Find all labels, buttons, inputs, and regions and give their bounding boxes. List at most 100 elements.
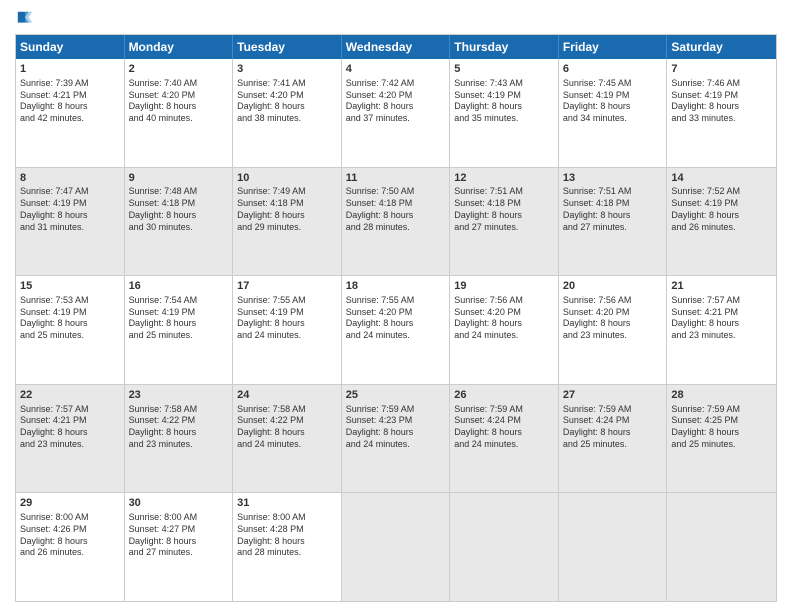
- cell-info: Sunrise: 7:59 AM Sunset: 4:25 PM Dayligh…: [671, 404, 772, 451]
- day-number: 16: [129, 279, 229, 294]
- cell-info: Sunrise: 7:49 AM Sunset: 4:18 PM Dayligh…: [237, 186, 337, 233]
- cell-info: Sunrise: 7:51 AM Sunset: 4:18 PM Dayligh…: [563, 186, 663, 233]
- cell-info: Sunrise: 7:50 AM Sunset: 4:18 PM Dayligh…: [346, 186, 446, 233]
- day-number: 6: [563, 62, 663, 77]
- weekday-header-monday: Monday: [125, 35, 234, 59]
- day-number: 5: [454, 62, 554, 77]
- day-number: 14: [671, 171, 772, 186]
- cell-info: Sunrise: 7:59 AM Sunset: 4:24 PM Dayligh…: [454, 404, 554, 451]
- calendar-row-4: 22Sunrise: 7:57 AM Sunset: 4:21 PM Dayli…: [16, 384, 776, 493]
- day-number: 27: [563, 388, 663, 403]
- cell-info: Sunrise: 7:41 AM Sunset: 4:20 PM Dayligh…: [237, 78, 337, 125]
- cell-info: Sunrise: 7:56 AM Sunset: 4:20 PM Dayligh…: [454, 295, 554, 342]
- calendar-cell-1: 1Sunrise: 7:39 AM Sunset: 4:21 PM Daylig…: [16, 59, 125, 167]
- day-number: 22: [20, 388, 120, 403]
- day-number: 8: [20, 171, 120, 186]
- calendar-row-3: 15Sunrise: 7:53 AM Sunset: 4:19 PM Dayli…: [16, 275, 776, 384]
- calendar-cell-15: 15Sunrise: 7:53 AM Sunset: 4:19 PM Dayli…: [16, 276, 125, 384]
- cell-info: Sunrise: 8:00 AM Sunset: 4:26 PM Dayligh…: [20, 512, 120, 559]
- day-number: 4: [346, 62, 446, 77]
- cell-info: Sunrise: 7:55 AM Sunset: 4:19 PM Dayligh…: [237, 295, 337, 342]
- calendar-cell-6: 6Sunrise: 7:45 AM Sunset: 4:19 PM Daylig…: [559, 59, 668, 167]
- calendar-row-5: 29Sunrise: 8:00 AM Sunset: 4:26 PM Dayli…: [16, 492, 776, 601]
- cell-info: Sunrise: 8:00 AM Sunset: 4:28 PM Dayligh…: [237, 512, 337, 559]
- weekday-header-saturday: Saturday: [667, 35, 776, 59]
- day-number: 1: [20, 62, 120, 77]
- weekday-header-tuesday: Tuesday: [233, 35, 342, 59]
- cell-info: Sunrise: 7:47 AM Sunset: 4:19 PM Dayligh…: [20, 186, 120, 233]
- calendar-cell-8: 8Sunrise: 7:47 AM Sunset: 4:19 PM Daylig…: [16, 168, 125, 276]
- day-number: 19: [454, 279, 554, 294]
- cell-info: Sunrise: 7:59 AM Sunset: 4:23 PM Dayligh…: [346, 404, 446, 451]
- cell-info: Sunrise: 7:45 AM Sunset: 4:19 PM Dayligh…: [563, 78, 663, 125]
- cell-info: Sunrise: 7:53 AM Sunset: 4:19 PM Dayligh…: [20, 295, 120, 342]
- cell-info: Sunrise: 7:43 AM Sunset: 4:19 PM Dayligh…: [454, 78, 554, 125]
- calendar-cell-17: 17Sunrise: 7:55 AM Sunset: 4:19 PM Dayli…: [233, 276, 342, 384]
- day-number: 25: [346, 388, 446, 403]
- cell-info: Sunrise: 7:58 AM Sunset: 4:22 PM Dayligh…: [129, 404, 229, 451]
- cell-info: Sunrise: 7:58 AM Sunset: 4:22 PM Dayligh…: [237, 404, 337, 451]
- calendar-cell-3: 3Sunrise: 7:41 AM Sunset: 4:20 PM Daylig…: [233, 59, 342, 167]
- cell-info: Sunrise: 7:54 AM Sunset: 4:19 PM Dayligh…: [129, 295, 229, 342]
- calendar-cell-7: 7Sunrise: 7:46 AM Sunset: 4:19 PM Daylig…: [667, 59, 776, 167]
- calendar-cell-16: 16Sunrise: 7:54 AM Sunset: 4:19 PM Dayli…: [125, 276, 234, 384]
- cell-info: Sunrise: 7:59 AM Sunset: 4:24 PM Dayligh…: [563, 404, 663, 451]
- calendar-cell-23: 23Sunrise: 7:58 AM Sunset: 4:22 PM Dayli…: [125, 385, 234, 493]
- calendar: SundayMondayTuesdayWednesdayThursdayFrid…: [15, 34, 777, 602]
- calendar-cell-21: 21Sunrise: 7:57 AM Sunset: 4:21 PM Dayli…: [667, 276, 776, 384]
- calendar-cell-empty: [450, 493, 559, 601]
- day-number: 7: [671, 62, 772, 77]
- cell-info: Sunrise: 7:48 AM Sunset: 4:18 PM Dayligh…: [129, 186, 229, 233]
- day-number: 15: [20, 279, 120, 294]
- calendar-cell-24: 24Sunrise: 7:58 AM Sunset: 4:22 PM Dayli…: [233, 385, 342, 493]
- calendar-row-2: 8Sunrise: 7:47 AM Sunset: 4:19 PM Daylig…: [16, 167, 776, 276]
- day-number: 29: [20, 496, 120, 511]
- logo: [15, 10, 34, 28]
- calendar-cell-10: 10Sunrise: 7:49 AM Sunset: 4:18 PM Dayli…: [233, 168, 342, 276]
- day-number: 9: [129, 171, 229, 186]
- weekday-header-wednesday: Wednesday: [342, 35, 451, 59]
- header: [15, 10, 777, 28]
- day-number: 18: [346, 279, 446, 294]
- cell-info: Sunrise: 7:42 AM Sunset: 4:20 PM Dayligh…: [346, 78, 446, 125]
- calendar-header: SundayMondayTuesdayWednesdayThursdayFrid…: [16, 35, 776, 59]
- calendar-cell-20: 20Sunrise: 7:56 AM Sunset: 4:20 PM Dayli…: [559, 276, 668, 384]
- calendar-body: 1Sunrise: 7:39 AM Sunset: 4:21 PM Daylig…: [16, 59, 776, 601]
- cell-info: Sunrise: 7:39 AM Sunset: 4:21 PM Dayligh…: [20, 78, 120, 125]
- calendar-cell-26: 26Sunrise: 7:59 AM Sunset: 4:24 PM Dayli…: [450, 385, 559, 493]
- day-number: 26: [454, 388, 554, 403]
- calendar-cell-empty: [559, 493, 668, 601]
- day-number: 12: [454, 171, 554, 186]
- calendar-cell-12: 12Sunrise: 7:51 AM Sunset: 4:18 PM Dayli…: [450, 168, 559, 276]
- day-number: 20: [563, 279, 663, 294]
- cell-info: Sunrise: 7:55 AM Sunset: 4:20 PM Dayligh…: [346, 295, 446, 342]
- calendar-cell-19: 19Sunrise: 7:56 AM Sunset: 4:20 PM Dayli…: [450, 276, 559, 384]
- day-number: 3: [237, 62, 337, 77]
- cell-info: Sunrise: 7:46 AM Sunset: 4:19 PM Dayligh…: [671, 78, 772, 125]
- day-number: 31: [237, 496, 337, 511]
- cell-info: Sunrise: 7:57 AM Sunset: 4:21 PM Dayligh…: [671, 295, 772, 342]
- day-number: 17: [237, 279, 337, 294]
- day-number: 10: [237, 171, 337, 186]
- day-number: 2: [129, 62, 229, 77]
- calendar-cell-2: 2Sunrise: 7:40 AM Sunset: 4:20 PM Daylig…: [125, 59, 234, 167]
- calendar-cell-14: 14Sunrise: 7:52 AM Sunset: 4:19 PM Dayli…: [667, 168, 776, 276]
- day-number: 23: [129, 388, 229, 403]
- day-number: 21: [671, 279, 772, 294]
- calendar-cell-13: 13Sunrise: 7:51 AM Sunset: 4:18 PM Dayli…: [559, 168, 668, 276]
- calendar-cell-9: 9Sunrise: 7:48 AM Sunset: 4:18 PM Daylig…: [125, 168, 234, 276]
- calendar-cell-29: 29Sunrise: 8:00 AM Sunset: 4:26 PM Dayli…: [16, 493, 125, 601]
- cell-info: Sunrise: 7:56 AM Sunset: 4:20 PM Dayligh…: [563, 295, 663, 342]
- cell-info: Sunrise: 7:52 AM Sunset: 4:19 PM Dayligh…: [671, 186, 772, 233]
- calendar-cell-28: 28Sunrise: 7:59 AM Sunset: 4:25 PM Dayli…: [667, 385, 776, 493]
- cell-info: Sunrise: 7:40 AM Sunset: 4:20 PM Dayligh…: [129, 78, 229, 125]
- calendar-cell-4: 4Sunrise: 7:42 AM Sunset: 4:20 PM Daylig…: [342, 59, 451, 167]
- calendar-cell-empty: [667, 493, 776, 601]
- cell-info: Sunrise: 7:51 AM Sunset: 4:18 PM Dayligh…: [454, 186, 554, 233]
- day-number: 30: [129, 496, 229, 511]
- calendar-cell-25: 25Sunrise: 7:59 AM Sunset: 4:23 PM Dayli…: [342, 385, 451, 493]
- calendar-cell-empty: [342, 493, 451, 601]
- logo-flag-icon: [16, 10, 34, 28]
- calendar-cell-31: 31Sunrise: 8:00 AM Sunset: 4:28 PM Dayli…: [233, 493, 342, 601]
- day-number: 11: [346, 171, 446, 186]
